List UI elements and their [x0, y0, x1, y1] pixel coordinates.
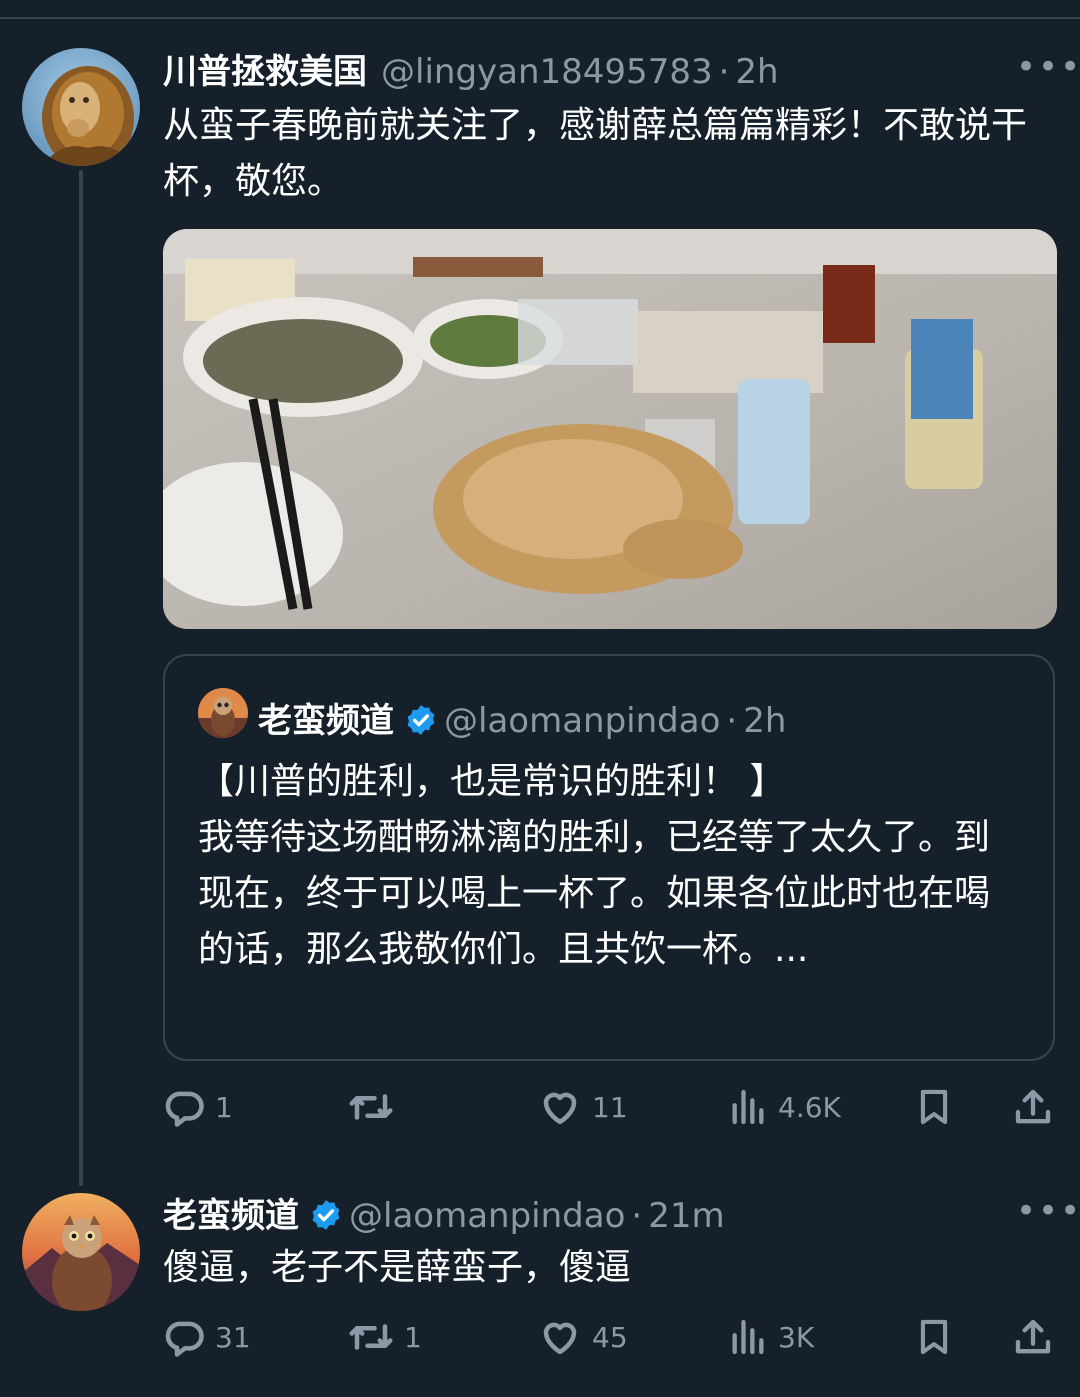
quote-handle: @laomanpindao [444, 701, 721, 741]
like-icon [543, 1092, 577, 1125]
tweet1-reply-count: 1 [215, 1090, 233, 1124]
tweet2-more-icon[interactable]: ••• [1016, 1194, 1080, 1228]
share-icon [1015, 1319, 1051, 1354]
tweet1-author-name[interactable]: 川普拯救美国 [163, 44, 367, 93]
tweet2-text: 傻逼，老子不是薛蛮子，傻逼 [163, 1247, 632, 1288]
avatar-lion[interactable] [22, 48, 140, 166]
tweet2-like-button[interactable]: 45 [538, 1316, 628, 1358]
tweet2-like-count: 45 [592, 1320, 628, 1354]
thread-connector-line [79, 170, 83, 1186]
tweet2-actions: 31 1 45 3K [163, 1312, 1058, 1362]
reply-icon [165, 1321, 204, 1357]
views-icon [732, 1319, 764, 1355]
quote-author-name: 老蛮频道 [258, 701, 394, 741]
quote-header: 老蛮频道 @laomanpindao · 2h [258, 693, 786, 742]
tweet1-text: 从蛮子春晚前就关注了，感谢薛总篇篇精彩！不敢说干杯，敬您。 [163, 105, 1028, 202]
quote-avatar-owl [198, 688, 248, 738]
tweet2-header: 老蛮频道 @laomanpindao · 21m [163, 1188, 725, 1237]
verified-badge-icon [309, 1198, 343, 1241]
quote-separator: · [726, 701, 738, 741]
tweet2-handle[interactable]: @laomanpindao [349, 1196, 625, 1236]
avatar-owl[interactable] [22, 1193, 140, 1311]
retweet-icon [349, 1094, 393, 1120]
top-divider [0, 17, 1080, 19]
tweet1-photo[interactable] [163, 229, 1057, 629]
tweet1-handle[interactable]: @lingyan18495783 [381, 52, 713, 92]
tweet2-bookmark-button[interactable] [915, 1316, 953, 1358]
tweet1-retweet-button[interactable] [348, 1086, 404, 1128]
tweet1-reply-button[interactable]: 1 [163, 1086, 233, 1128]
retweet-icon [349, 1324, 393, 1350]
tweet1-bookmark-button[interactable] [915, 1086, 953, 1128]
quote-text: 【川普的胜利，也是常识的胜利！ 】 我等待这场酣畅淋漓的胜利，已经等了太久了。到… [198, 761, 991, 970]
tweet2-reply-count: 31 [215, 1320, 251, 1354]
tweet1-like-button[interactable]: 11 [538, 1086, 628, 1128]
bookmark-icon [920, 1089, 948, 1125]
tweet1-separator: · [718, 52, 730, 92]
tweet2-views-button[interactable]: 3K [728, 1316, 814, 1358]
tweet1-header: 川普拯救美国 @lingyan18495783 · 2h [163, 44, 779, 93]
tweet2-retweet-button[interactable]: 1 [348, 1316, 422, 1358]
quoted-tweet-card[interactable]: 老蛮频道 @laomanpindao · 2h 【川普的胜利，也是常识的胜利！ … [163, 654, 1055, 1061]
bookmark-icon [920, 1319, 948, 1355]
tweet2-retweet-count: 1 [404, 1320, 422, 1354]
tweet1-views-button[interactable]: 4.6K [728, 1086, 841, 1128]
reply-icon [165, 1091, 204, 1127]
share-icon [1015, 1089, 1051, 1124]
like-icon [543, 1322, 577, 1355]
tweet2-reply-button[interactable]: 31 [163, 1316, 251, 1358]
tweet1-share-button[interactable] [1013, 1086, 1053, 1128]
tweet1-time[interactable]: 2h [735, 52, 778, 92]
tweet1-actions: 1 11 4.6K [163, 1082, 1058, 1132]
tweet1-more-icon[interactable]: ••• [1016, 50, 1080, 84]
tweet2-author-name[interactable]: 老蛮频道 [163, 1188, 299, 1237]
tweet1-views-count: 4.6K [778, 1090, 841, 1124]
tweet2-share-button[interactable] [1013, 1316, 1053, 1358]
views-icon [732, 1089, 764, 1125]
tweet2-time[interactable]: 21m [648, 1196, 724, 1236]
tweet2-views-count: 3K [778, 1320, 815, 1354]
verified-badge-icon [404, 703, 438, 746]
quote-time: 2h [743, 701, 787, 741]
tweet1-like-count: 11 [592, 1090, 628, 1124]
tweet2-separator: · [631, 1196, 643, 1236]
